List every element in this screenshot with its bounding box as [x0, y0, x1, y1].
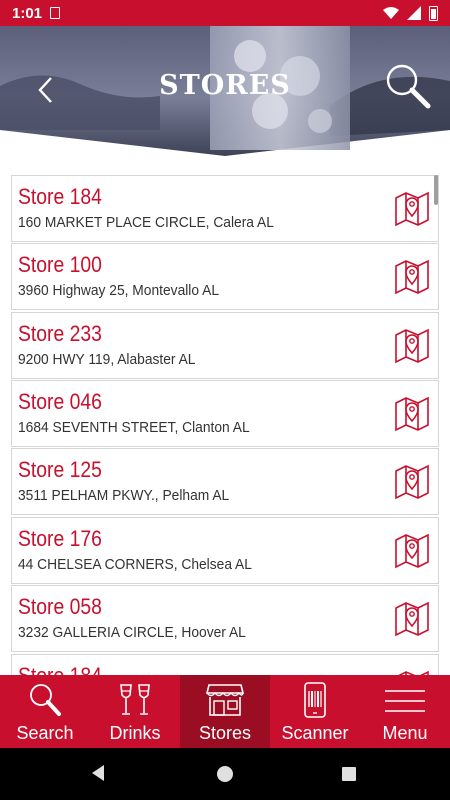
store-name: Store 184 — [18, 663, 102, 675]
store-address: 160 MARKET PLACE CIRCLE, Calera AL — [18, 214, 274, 231]
nav-item-drinks[interactable]: Drinks — [90, 675, 180, 748]
store-name: Store 184 — [18, 184, 102, 209]
store-card[interactable]: Store 100 3960 Highway 25, Montevallo AL — [11, 243, 439, 310]
system-back-icon[interactable] — [90, 764, 106, 782]
map-pin-icon[interactable] — [394, 190, 430, 228]
sd-card-icon — [50, 7, 61, 19]
store-name: Store 046 — [18, 389, 102, 414]
status-icons — [383, 5, 438, 21]
store-address: 3232 GALLERIA CIRCLE, Hoover AL — [18, 624, 246, 641]
store-card[interactable]: Store 125 3511 PELHAM PKWY., Pelham AL — [11, 448, 439, 515]
nav-item-stores[interactable]: Stores — [180, 675, 270, 748]
store-address: 9200 HWY 119, Alabaster AL — [18, 351, 196, 368]
nav-label: Stores — [198, 723, 252, 743]
store-card[interactable]: Store 176 44 CHELSEA CORNERS, Chelsea AL — [11, 517, 439, 584]
phone-scanner-icon — [304, 682, 326, 718]
store-card[interactable]: Store 058 3232 GALLERIA CIRCLE, Hoover A… — [11, 585, 439, 652]
store-card[interactable]: Store 233 9200 HWY 119, Alabaster AL — [11, 312, 439, 379]
storefront-icon — [205, 684, 245, 716]
store-name: Store 176 — [18, 526, 102, 551]
wine-glasses-icon — [120, 684, 150, 715]
store-name: Store 233 — [18, 321, 102, 346]
stores-screen: 1:01 STORES Store 184 160 MARKET PLACE C… — [0, 0, 450, 800]
store-address: 44 CHELSEA CORNERS, Chelsea AL — [18, 556, 252, 573]
signal-icon — [407, 6, 421, 20]
system-home-icon[interactable] — [217, 766, 233, 782]
nav-item-scanner[interactable]: Scanner — [270, 675, 360, 748]
store-list[interactable]: Store 184 160 MARKET PLACE CIRCLE, Caler… — [11, 175, 439, 675]
search-icon — [30, 684, 61, 716]
nav-label: Search — [16, 723, 74, 743]
system-recents-icon[interactable] — [342, 767, 356, 781]
search-icon — [386, 64, 431, 109]
store-name: Store 058 — [18, 594, 102, 619]
store-card[interactable]: Store 184 160 MARKET PLACE CIRCLE, Caler… — [11, 175, 439, 242]
store-name: Store 100 — [18, 252, 102, 277]
wifi-icon — [383, 7, 399, 19]
battery-icon — [429, 5, 438, 21]
nav-label: Menu — [382, 723, 428, 743]
map-pin-icon[interactable] — [394, 327, 430, 365]
status-bar: 1:01 — [0, 0, 450, 26]
store-card[interactable]: Store 184 — [11, 654, 439, 675]
nav-label: Drinks — [109, 723, 161, 743]
map-pin-icon[interactable] — [394, 395, 430, 433]
hamburger-menu-icon — [385, 690, 425, 712]
store-card[interactable]: Store 046 1684 SEVENTH STREET, Clanton A… — [11, 380, 439, 447]
search-button[interactable] — [382, 60, 432, 110]
status-time: 1:01 — [12, 4, 43, 22]
nav-item-search[interactable]: Search — [0, 675, 90, 748]
nav-item-menu[interactable]: Menu — [360, 675, 450, 748]
system-nav-bar — [0, 748, 450, 800]
map-pin-icon[interactable] — [394, 258, 430, 296]
list-scrollbar[interactable] — [434, 175, 438, 205]
bottom-nav: Search Drinks Stores Scanner Menu — [0, 675, 450, 748]
store-name: Store 125 — [18, 457, 102, 482]
store-address: 1684 SEVENTH STREET, Clanton AL — [18, 419, 250, 436]
nav-label: Scanner — [281, 723, 349, 743]
map-pin-icon[interactable] — [394, 532, 430, 570]
map-pin-icon[interactable] — [394, 463, 430, 501]
store-address: 3511 PELHAM PKWY., Pelham AL — [18, 487, 230, 504]
store-address: 3960 Highway 25, Montevallo AL — [18, 282, 220, 299]
header: STORES — [0, 26, 450, 156]
map-pin-icon[interactable] — [394, 600, 430, 638]
